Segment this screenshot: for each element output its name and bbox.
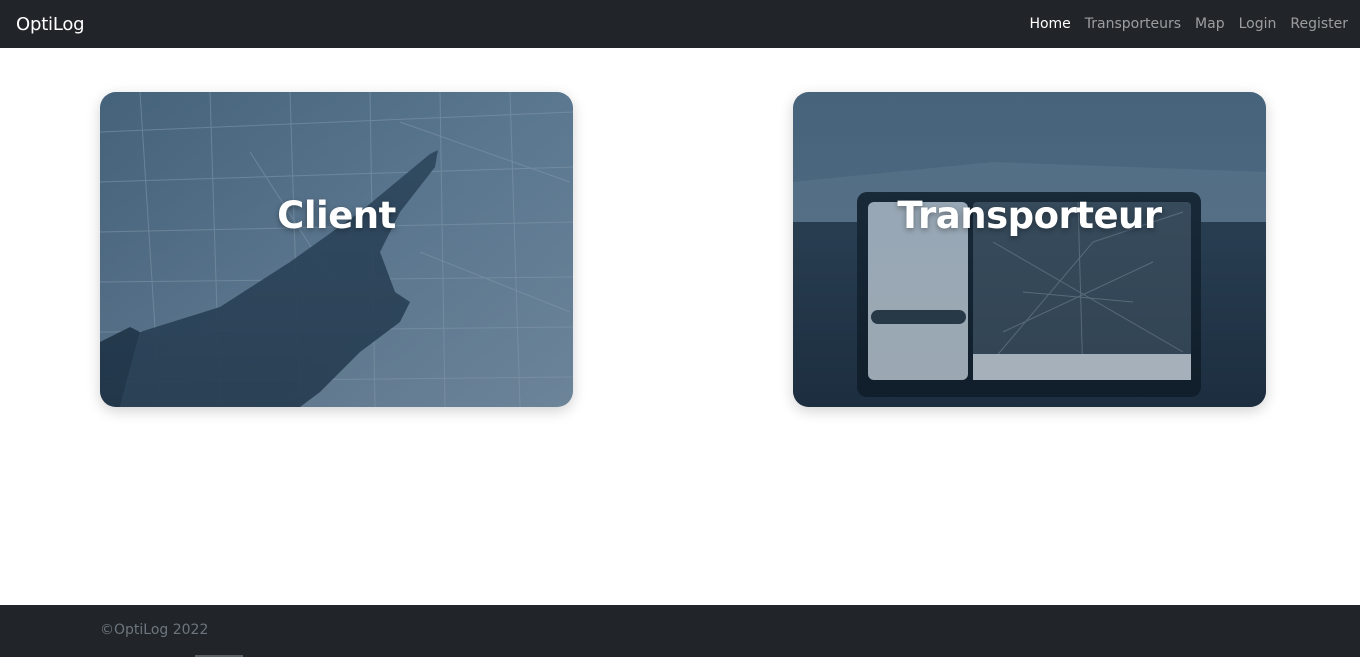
nav-link-login[interactable]: Login <box>1239 16 1277 32</box>
top-navbar: OptiLog Home Transporteurs Map Login Reg… <box>0 0 1360 48</box>
transporteur-card-title: Transporteur <box>897 194 1162 237</box>
nav-links: Home Transporteurs Map Login Register <box>1015 16 1348 32</box>
nav-link-transporteurs[interactable]: Transporteurs <box>1085 16 1181 32</box>
brand-logo-link[interactable]: OptiLog <box>16 14 85 35</box>
footer-copyright: ©OptiLog 2022 <box>100 622 209 638</box>
nav-link-register[interactable]: Register <box>1290 16 1348 32</box>
card-overlay <box>100 92 573 407</box>
nav-link-map[interactable]: Map <box>1195 16 1225 32</box>
card-overlay <box>793 92 1266 407</box>
client-card-title: Client <box>277 194 396 237</box>
transporteur-card[interactable]: Transporteur <box>793 92 1266 407</box>
page-footer: ©OptiLog 2022 <box>0 605 1360 657</box>
nav-link-home[interactable]: Home <box>1029 16 1070 32</box>
client-card[interactable]: Client <box>100 92 573 407</box>
